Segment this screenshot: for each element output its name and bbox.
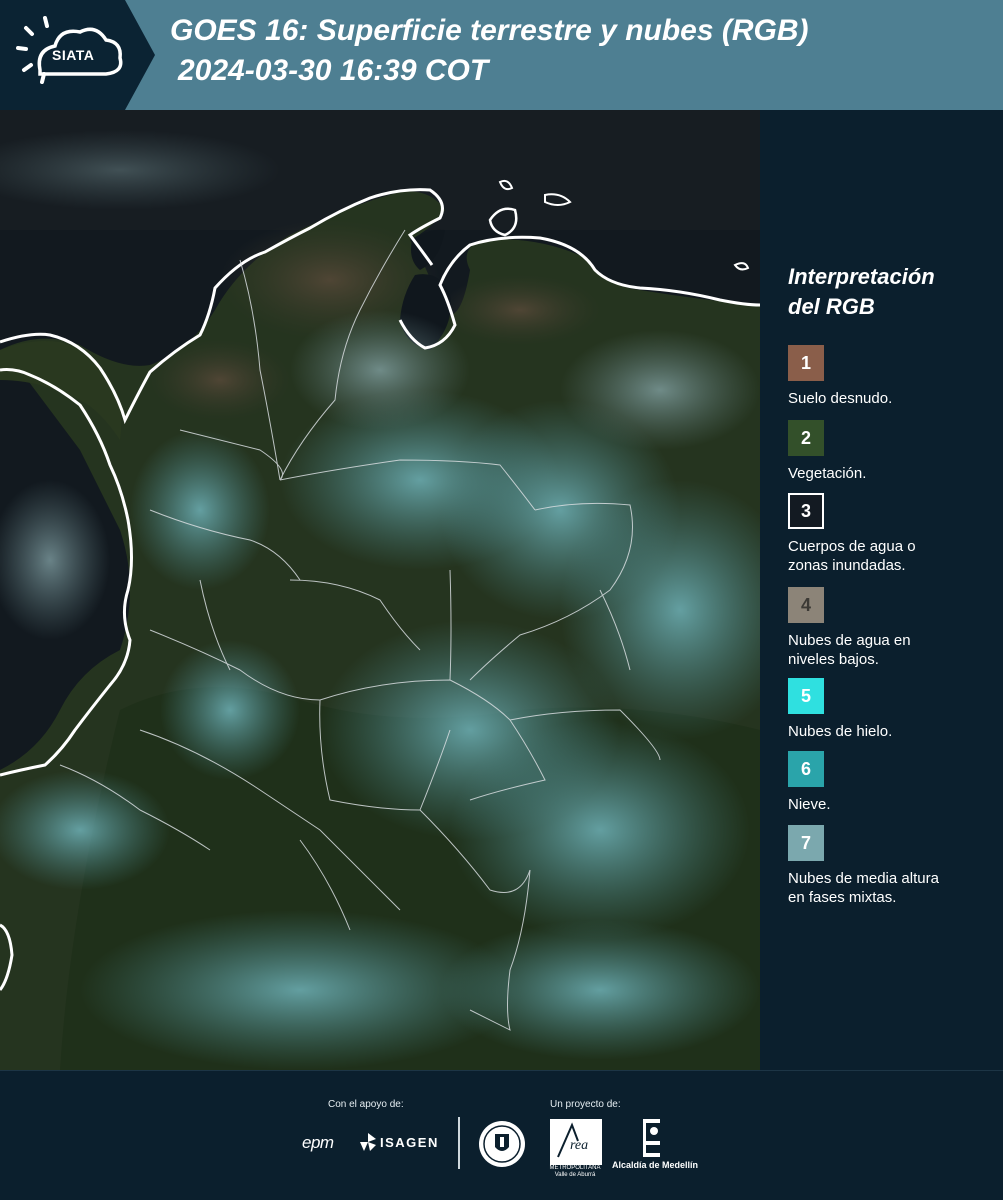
legend-title-line1: Interpretación (788, 264, 935, 289)
legend-swatch: 4 (788, 587, 824, 623)
legend-swatch: 6 (788, 751, 824, 787)
legend-swatch: 7 (788, 825, 824, 861)
legend-item-7: 7 Nubes de media altura en fases mixtas. (788, 825, 988, 907)
legend-label: Nubes de hielo. (788, 723, 893, 740)
legend-item-2: 2 Vegetación. (788, 420, 988, 483)
legend-swatch: 3 (788, 493, 824, 529)
satellite-map[interactable] (0, 110, 760, 1070)
support-label: Con el apoyo de: (328, 1099, 404, 1110)
footer: Con el apoyo de: Un proyecto de: epm ISA… (0, 1070, 1003, 1200)
header-bar: SIATA GOES 16: Superficie terrestre y nu… (0, 0, 1003, 110)
rgb-legend: Interpretación del RGB (788, 262, 988, 322)
isagen-logo: ISAGEN (360, 1133, 439, 1151)
legend-label: Suelo desnudo. (788, 390, 893, 407)
legend-item-1: 1 Suelo desnudo. (788, 345, 988, 408)
legend-item-5: 5 Nubes de hielo. (788, 678, 988, 741)
legend-item-4: 4 Nubes de agua en niveles bajos. (788, 587, 988, 669)
satellite-image (0, 110, 760, 1070)
logo-text: SIATA (52, 47, 95, 63)
timestamp-title: 2024-03-30 16:39 COT (178, 54, 489, 87)
legend-label: Nubes de agua en niveles bajos. (788, 632, 911, 668)
legend-label: Nubes de media altura en fases mixtas. (788, 870, 939, 906)
legend-item-6: 6 Nieve. (788, 751, 988, 814)
legend-swatch: 2 (788, 420, 824, 456)
alcaldia-caption: Alcaldía de Medellín (612, 1160, 699, 1170)
legend-label: Vegetación. (788, 465, 867, 482)
legend-label: Nieve. (788, 796, 831, 813)
municipal-seal-icon (479, 1121, 525, 1167)
svg-text:rea: rea (570, 1138, 588, 1153)
legend-swatch: 1 (788, 345, 824, 381)
legend-item-3: 3 Cuerpos de agua o zonas inundadas. (788, 493, 988, 575)
siata-logo: SIATA (0, 0, 155, 110)
legend-title-line2: del RGB (788, 294, 875, 319)
isagen-text: ISAGEN (380, 1134, 439, 1150)
footer-divider (458, 1117, 460, 1169)
page-title: GOES 16: Superficie terrestre y nubes (R… (170, 14, 809, 47)
area-metropolitana-logo-icon: rea (550, 1119, 602, 1165)
alcaldia-crest-icon (643, 1119, 660, 1157)
epm-logo: epm (302, 1133, 334, 1152)
legend-swatch: 5 (788, 678, 824, 714)
project-label: Un proyecto de: (550, 1099, 621, 1110)
isagen-mark-icon (360, 1133, 376, 1151)
area-caption: METROPOLITANA Valle de Aburrá (549, 1165, 601, 1178)
legend-label: Cuerpos de agua o zonas inundadas. (788, 538, 916, 574)
